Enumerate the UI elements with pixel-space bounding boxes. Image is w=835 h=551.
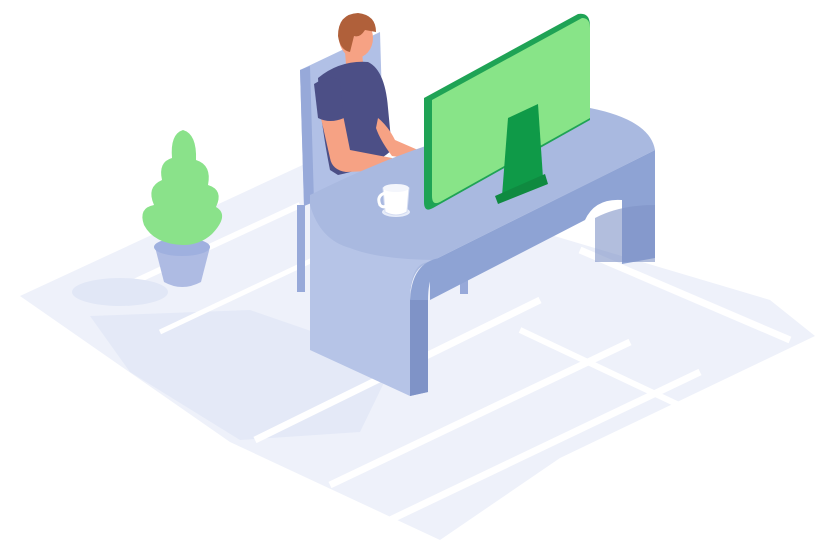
- plant-shadow: [72, 278, 168, 306]
- illustration-canvas: [0, 0, 835, 551]
- cup-body: [382, 187, 410, 216]
- chair-leg-left: [297, 205, 305, 292]
- person-icon: [314, 13, 420, 175]
- plant-leaves: [142, 130, 223, 245]
- desk-front-shade: [410, 300, 428, 396]
- person-sleeve: [314, 77, 344, 121]
- desk-right-leg: [595, 205, 655, 262]
- desk-scene-illustration: [20, 13, 815, 540]
- cup-rim: [383, 184, 409, 192]
